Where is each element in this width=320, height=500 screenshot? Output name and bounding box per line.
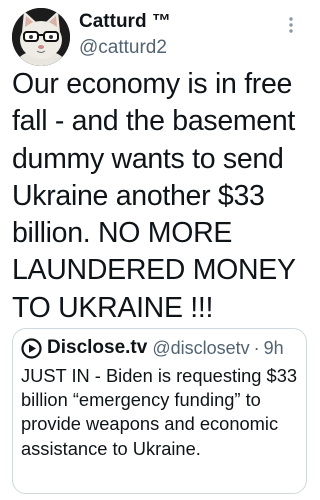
quoted-tweet-text: JUST IN - Biden is requesting $33 billio… (21, 365, 298, 459)
tweet-text: Our economy is in free fall - and the ba… (12, 68, 296, 324)
quoted-author-handle[interactable]: @disclosetv (152, 338, 249, 359)
quoted-author-name[interactable]: Disclose.tv (47, 337, 147, 359)
tweet: Catturd ™ @catturd2 Our economy is in fr… (0, 0, 319, 500)
quoted-tweet[interactable]: Disclose.tv @disclosetv · 9h JUST IN - B… (12, 328, 307, 494)
author-handle[interactable]: @catturd2 (79, 36, 167, 60)
quoted-timestamp[interactable]: 9h (264, 338, 284, 359)
play-logo-icon (21, 337, 42, 359)
author-name[interactable]: Catturd ™ (79, 10, 171, 34)
more-vertical-icon[interactable] (286, 14, 296, 38)
cat-avatar-icon[interactable] (12, 8, 70, 66)
quoted-tweet-header: Disclose.tv @disclosetv · 9h (21, 335, 284, 361)
quoted-separator: · (253, 337, 260, 358)
